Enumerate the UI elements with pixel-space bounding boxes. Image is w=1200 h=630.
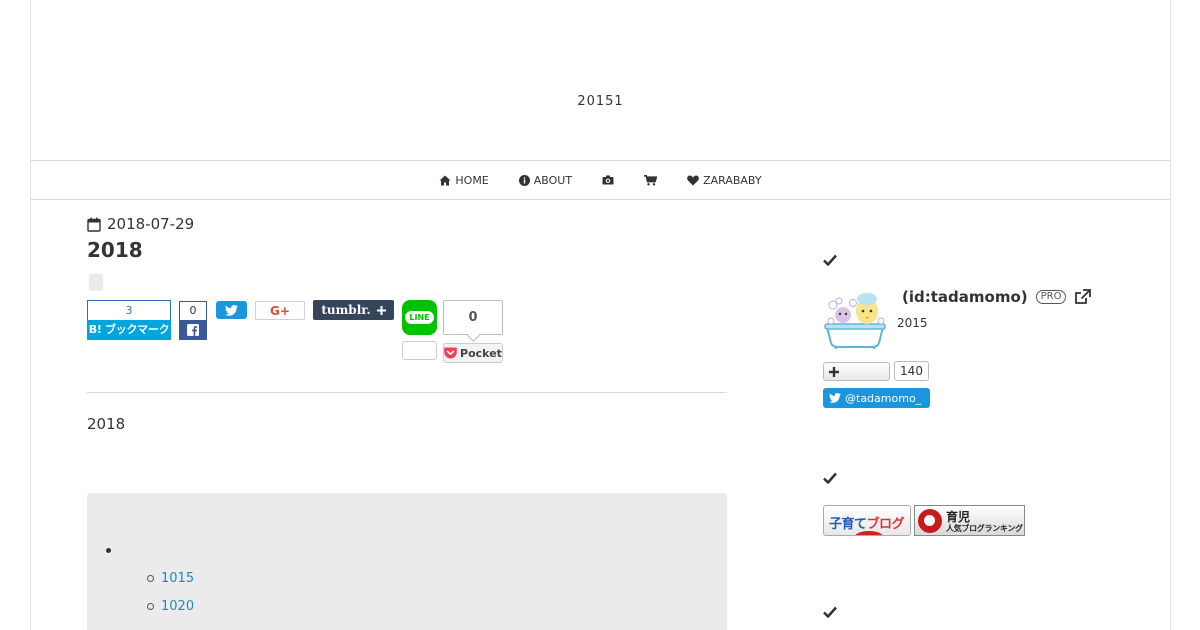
toc-link-1020[interactable]: 1020 (147, 599, 194, 614)
camera-icon (602, 175, 614, 185)
google-plus-share-button[interactable]: G+ (255, 301, 305, 320)
google-plus-label: G+ (270, 303, 290, 318)
twitter-icon (225, 304, 238, 316)
entry-date: 2018-07-29 (87, 215, 194, 233)
profile-year: 2015 (897, 316, 928, 330)
profile-avatar[interactable] (823, 291, 887, 349)
toc-link-1015[interactable]: 1015 (147, 571, 194, 586)
nav-home-label: HOME (455, 173, 489, 187)
twitter-icon (829, 393, 841, 403)
banner1-text-a: 子育て (829, 517, 867, 532)
calendar-icon (87, 217, 101, 232)
entry-date-text[interactable]: 2018-07-29 (107, 215, 194, 233)
info-circle-icon (518, 174, 530, 186)
check-icon (823, 254, 837, 266)
nav-item-home[interactable]: HOME (424, 174, 503, 187)
line-share-button[interactable]: LINE (402, 300, 437, 335)
nav-about-label: ABOUT (533, 173, 573, 187)
cart-icon (644, 174, 658, 185)
facebook-share-button[interactable]: 0 (179, 301, 207, 340)
plus-icon (376, 305, 386, 315)
entry-title[interactable]: 2018 (87, 238, 143, 262)
heart-icon (687, 175, 699, 185)
category-chip[interactable] (89, 274, 103, 291)
facebook-share-count: 0 (179, 301, 207, 320)
twitter-handle: @tadamomo_ (845, 391, 922, 405)
kosodate-blog-banner-text: 子育てブログ (829, 513, 905, 532)
hatena-bookmark-label: B! ブックマーク (87, 320, 171, 340)
global-nav: HOME ABOUT ZARABABY (30, 161, 1171, 200)
entry-divider (87, 392, 727, 393)
nav-item-zarababy[interactable]: ZARABABY (672, 174, 777, 187)
pocket-icon (444, 347, 457, 359)
plus-icon (829, 366, 839, 377)
kosodate-blog-banner[interactable]: 子育てブログ (823, 505, 911, 536)
nav-item-camera[interactable] (587, 175, 629, 185)
follower-count: 140 (894, 361, 929, 381)
banner2-subtitle: 人気ブログランキング (946, 524, 1023, 533)
pocket-count: 0 (443, 300, 503, 335)
line-label: LINE (405, 311, 434, 324)
table-of-contents: 1015 1020 (87, 493, 727, 630)
facebook-icon (179, 320, 207, 340)
line-share-count (402, 341, 437, 360)
twitter-share-button[interactable] (216, 301, 247, 319)
home-icon (439, 175, 451, 185)
nav-item-shop[interactable] (629, 174, 672, 186)
check-icon (823, 606, 837, 618)
site-header: 20151 (30, 0, 1171, 161)
pro-badge: PRO (1035, 290, 1067, 304)
external-link-icon[interactable] (1074, 289, 1092, 305)
blog-ranking-logo (918, 509, 942, 533)
blog-ranking-banner[interactable]: 育児 人気ブログランキング (914, 505, 1025, 536)
tumblr-label: tumblr. (321, 303, 371, 317)
site-title[interactable]: 20151 (30, 94, 1171, 109)
nav-item-about[interactable]: ABOUT (504, 174, 587, 187)
profile-name: (id:tadamomo) PRO (902, 288, 1092, 306)
toc-top-bullet (106, 548, 111, 553)
check-icon (823, 472, 837, 484)
banner1-text-b: ブログ (866, 517, 905, 532)
profile-id[interactable]: (id:tadamomo) (902, 288, 1028, 306)
pocket-label: Pocket (460, 346, 502, 360)
hatena-follow-button[interactable] (823, 362, 890, 381)
hatena-bookmark-count: 3 (87, 300, 171, 320)
hatena-bookmark-button[interactable]: 3 B! ブックマーク (87, 300, 171, 340)
nav-zarababy-label: ZARABABY (703, 173, 762, 187)
tumblr-share-button[interactable]: tumblr. (313, 300, 394, 320)
entry-intro: 2018 (87, 415, 126, 433)
twitter-follow-button[interactable]: @tadamomo_ (823, 388, 930, 408)
pocket-save-button[interactable]: Pocket (443, 343, 503, 363)
